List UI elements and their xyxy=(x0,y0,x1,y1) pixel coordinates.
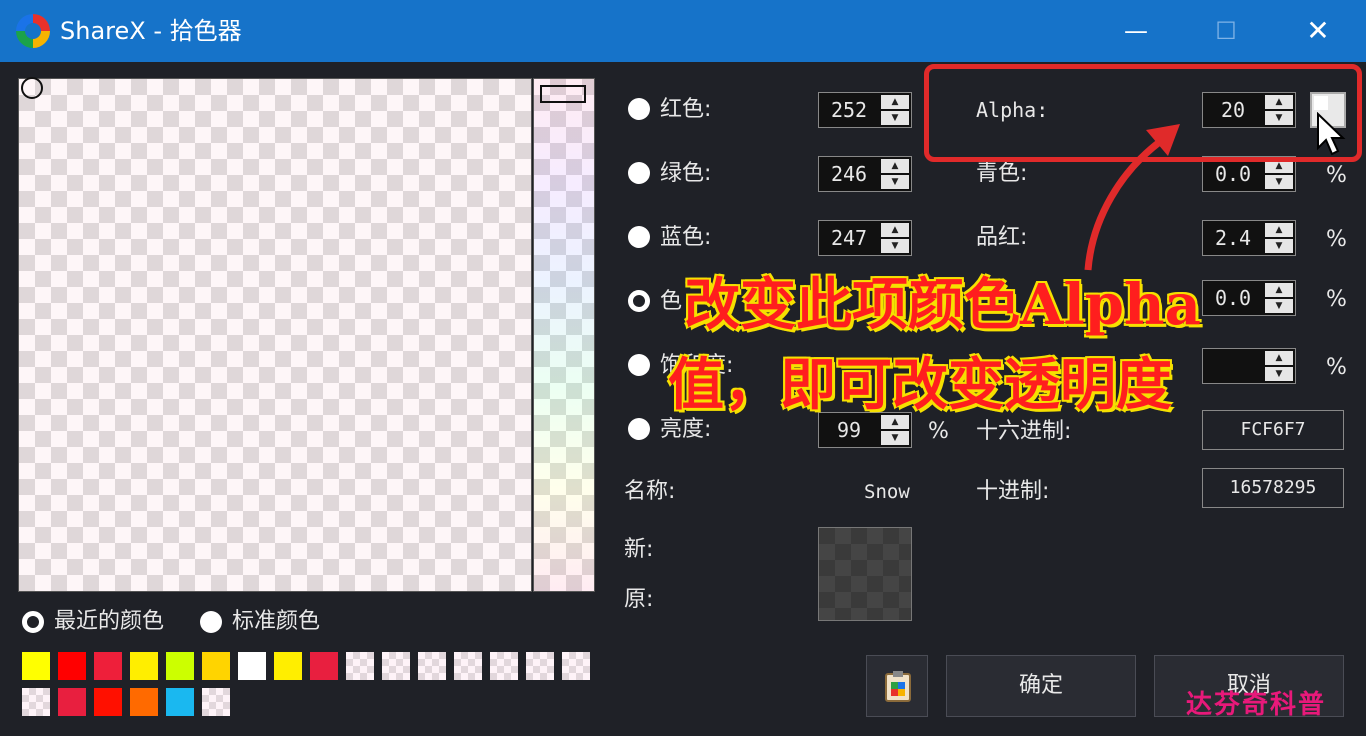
color-swatch[interactable] xyxy=(166,652,194,680)
red-spinner[interactable]: 252 ▲ ▼ xyxy=(818,92,912,128)
clipboard-button[interactable] xyxy=(866,655,928,717)
brightness-value[interactable]: 99 xyxy=(819,413,879,447)
magenta-value[interactable]: 2.4 xyxy=(1203,221,1263,255)
sharex-logo-icon xyxy=(16,14,50,48)
magenta-unit: % xyxy=(1326,227,1347,252)
cyan-label: 青色: xyxy=(976,161,1028,186)
color-swatch[interactable] xyxy=(202,652,230,680)
name-label: 名称: xyxy=(624,479,676,504)
color-swatch[interactable] xyxy=(58,688,86,716)
color-picker-area[interactable] xyxy=(18,77,532,592)
watermark: 达芬奇科普 xyxy=(1186,690,1327,720)
yellow-unit: % xyxy=(1326,287,1347,312)
magenta-down-arrow-icon[interactable]: ▼ xyxy=(1265,239,1293,253)
close-button[interactable]: ✕ xyxy=(1292,6,1344,56)
blue-radio[interactable] xyxy=(628,226,650,248)
hex-label: 十六进制: xyxy=(976,419,1072,444)
color-swatch[interactable] xyxy=(526,652,554,680)
yellow-spinner[interactable]: 0.0 ▲ ▼ xyxy=(1202,280,1296,316)
annotation-arrow-icon xyxy=(1084,124,1180,271)
blue-up-arrow-icon[interactable]: ▲ xyxy=(881,223,909,237)
key-up-arrow-icon[interactable]: ▲ xyxy=(1265,351,1293,365)
yellow-up-arrow-icon[interactable]: ▲ xyxy=(1265,283,1293,297)
color-swatch[interactable] xyxy=(166,688,194,716)
color-swatch[interactable] xyxy=(94,652,122,680)
recent-colors-radio[interactable] xyxy=(22,611,44,633)
hue-slider[interactable] xyxy=(533,78,595,592)
cyan-value[interactable]: 0.0 xyxy=(1203,157,1263,191)
mouse-cursor-icon xyxy=(1317,112,1346,156)
picker-cursor[interactable] xyxy=(21,77,43,99)
green-value[interactable]: 246 xyxy=(819,157,879,191)
cyan-down-arrow-icon[interactable]: ▼ xyxy=(1265,175,1293,189)
recent-colors-label: 最近的颜色 xyxy=(54,609,165,634)
window-title: ShareX - 拾色器 xyxy=(60,17,242,45)
brightness-unit: % xyxy=(928,419,949,444)
cyan-unit: % xyxy=(1326,163,1347,188)
brightness-label: 亮度: xyxy=(660,417,712,442)
color-swatch[interactable] xyxy=(562,652,590,680)
red-value[interactable]: 252 xyxy=(819,93,879,127)
blue-value[interactable]: 247 xyxy=(819,221,879,255)
color-swatch[interactable] xyxy=(454,652,482,680)
red-radio[interactable] xyxy=(628,98,650,120)
brightness-down-arrow-icon[interactable]: ▼ xyxy=(881,431,909,445)
key-unit: % xyxy=(1326,355,1347,380)
clipboard-icon xyxy=(885,671,911,702)
maximize-button[interactable]: ☐ xyxy=(1200,6,1252,56)
hue-radio[interactable] xyxy=(628,290,650,312)
color-swatch[interactable] xyxy=(22,652,50,680)
magenta-spinner[interactable]: 2.4 ▲ ▼ xyxy=(1202,220,1296,256)
blue-spinner[interactable]: 247 ▲ ▼ xyxy=(818,220,912,256)
red-down-arrow-icon[interactable]: ▼ xyxy=(881,111,909,125)
color-swatch[interactable] xyxy=(130,688,158,716)
color-swatch[interactable] xyxy=(202,688,230,716)
yellow-value[interactable]: 0.0 xyxy=(1203,281,1263,315)
title-bar: ShareX - 拾色器 — ☐ ✕ xyxy=(0,0,1366,62)
color-name: Snow xyxy=(864,481,910,503)
saturation-radio[interactable] xyxy=(628,354,650,376)
color-swatch[interactable] xyxy=(58,652,86,680)
green-label: 绿色: xyxy=(660,161,712,186)
decimal-input[interactable]: 16578295 xyxy=(1202,468,1344,508)
minimize-button[interactable]: — xyxy=(1110,6,1162,56)
color-swatch[interactable] xyxy=(310,652,338,680)
yellow-down-arrow-icon[interactable]: ▼ xyxy=(1265,299,1293,313)
color-swatch[interactable] xyxy=(490,652,518,680)
red-label: 红色: xyxy=(660,97,712,122)
standard-colors-radio[interactable] xyxy=(200,611,222,633)
blue-label: 蓝色: xyxy=(660,225,712,250)
color-swatch[interactable] xyxy=(94,688,122,716)
hue-label: 色 xyxy=(660,289,683,314)
decimal-label: 十进制: xyxy=(976,479,1050,504)
green-down-arrow-icon[interactable]: ▼ xyxy=(881,175,909,189)
color-swatch[interactable] xyxy=(274,652,302,680)
color-swatch[interactable] xyxy=(346,652,374,680)
magenta-label: 品红: xyxy=(976,225,1028,250)
color-swatch[interactable] xyxy=(382,652,410,680)
standard-colors-label: 标准颜色 xyxy=(232,609,321,634)
red-up-arrow-icon[interactable]: ▲ xyxy=(881,95,909,109)
old-label: 原: xyxy=(624,587,654,612)
color-swatch[interactable] xyxy=(418,652,446,680)
key-value[interactable] xyxy=(1203,349,1263,383)
ok-button[interactable]: 确定 xyxy=(946,655,1136,717)
brightness-radio[interactable] xyxy=(628,418,650,440)
green-radio[interactable] xyxy=(628,162,650,184)
new-label: 新: xyxy=(624,537,654,562)
blue-down-arrow-icon[interactable]: ▼ xyxy=(881,239,909,253)
green-spinner[interactable]: 246 ▲ ▼ xyxy=(818,156,912,192)
color-swatch[interactable] xyxy=(22,688,50,716)
green-up-arrow-icon[interactable]: ▲ xyxy=(881,159,909,173)
key-spinner[interactable]: ▲ ▼ xyxy=(1202,348,1296,384)
key-down-arrow-icon[interactable]: ▼ xyxy=(1265,367,1293,381)
annotation-line-2: 值，即可改变透明度 xyxy=(668,352,1172,418)
hue-slider-handle[interactable] xyxy=(540,85,586,103)
color-preview xyxy=(818,527,912,621)
color-swatch[interactable] xyxy=(238,652,266,680)
color-swatch[interactable] xyxy=(130,652,158,680)
annotation-line-1: 改变此项颜色Alpha xyxy=(684,272,1201,338)
hex-input[interactable]: FCF6F7 xyxy=(1202,410,1344,450)
magenta-up-arrow-icon[interactable]: ▲ xyxy=(1265,223,1293,237)
